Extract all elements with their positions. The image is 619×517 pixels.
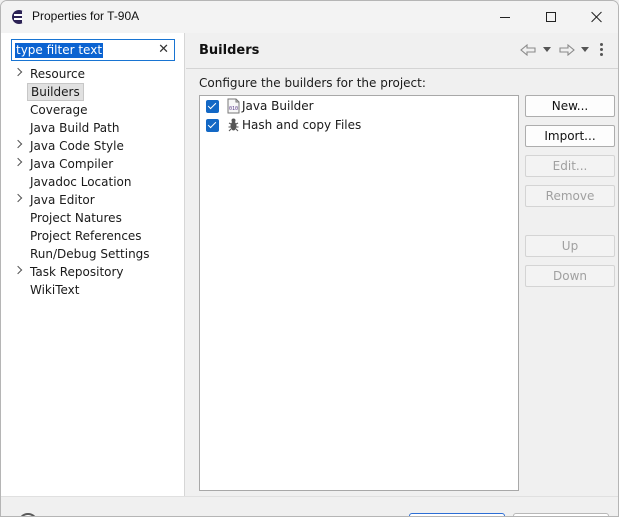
chevron-right-icon[interactable] [13,67,23,77]
import-button[interactable]: Import... [525,125,615,147]
nav-item-project-natures[interactable]: Project Natures [1,209,185,227]
nav-item-resource[interactable]: Resource [1,65,185,83]
properties-dialog: Properties for T-90A type filter text ✕ … [0,0,619,517]
nav-item-task-repository[interactable]: Task Repository [1,263,185,281]
back-menu-chevron-icon[interactable] [543,47,551,52]
title-bar: Properties for T-90A [1,1,618,33]
forward-menu-chevron-icon[interactable] [581,47,589,52]
nav-item-run-debug-settings[interactable]: Run/Debug Settings [1,245,185,263]
chevron-right-icon[interactable] [13,157,23,167]
page-header: Builders [186,33,618,69]
nav-item-label: Project Natures [30,211,122,225]
maximize-icon [546,12,556,22]
builder-checkbox[interactable] [206,100,219,113]
maximize-button[interactable] [528,1,574,33]
nav-item-coverage[interactable]: Coverage [1,101,185,119]
builder-checkbox[interactable] [206,119,219,132]
list-item[interactable]: 010 Java Builder [200,97,518,116]
nav-item-label: Project References [30,229,142,243]
apply-and-close-button[interactable] [409,513,505,516]
nav-item-label: Java Compiler [30,157,114,171]
help-icon[interactable] [18,513,38,516]
close-button[interactable] [574,1,618,33]
forward-arrow-icon[interactable] [559,43,575,56]
nav-item-label: Coverage [30,103,88,117]
nav-item-label: Java Build Path [30,121,120,135]
remove-button[interactable]: Remove [525,185,615,207]
nav-item-label: Java Editor [30,193,95,207]
more-options-icon[interactable] [600,43,604,57]
page-instructions: Configure the builders for the project: [199,76,426,90]
dialog-button-bar [1,496,618,516]
nav-item-label: Run/Debug Settings [30,247,150,261]
nav-item-wikitext[interactable]: WikiText [1,281,185,299]
minimize-button[interactable] [482,1,528,33]
edit-button[interactable]: Edit... [525,155,615,177]
minimize-icon [500,16,510,18]
new-button[interactable]: New... [525,95,615,117]
builders-list[interactable]: 010 Java Builder Hash and copy Files [199,95,519,491]
nav-item-label: Task Repository [30,265,124,279]
property-page: Builders Configure the builders for the … [186,33,618,496]
page-title: Builders [199,43,260,58]
filter-field[interactable]: type filter text ✕ [11,39,175,61]
window-title: Properties for T-90A [32,9,140,23]
nav-item-java-editor[interactable]: Java Editor [1,191,185,209]
nav-item-builders[interactable]: Builders [1,83,185,101]
list-item[interactable]: Hash and copy Files [200,116,518,135]
eclipse-icon [12,10,28,24]
nav-item-label: Resource [30,67,86,81]
svg-text:010: 010 [229,106,238,112]
nav-item-project-references[interactable]: Project References [1,227,185,245]
chevron-right-icon[interactable] [13,265,23,275]
builder-label: Java Builder [242,99,314,113]
filter-text-selection: type filter text [15,43,104,58]
nav-item-javadoc-location[interactable]: Javadoc Location [1,173,185,191]
nav-item-java-build-path[interactable]: Java Build Path [1,119,185,137]
nav-item-label: Javadoc Location [30,175,132,189]
down-button[interactable]: Down [525,265,615,287]
nav-item-java-compiler[interactable]: Java Compiler [1,155,185,173]
nav-item-label: Builders [27,83,84,101]
builder-label: Hash and copy Files [242,118,362,132]
clear-filter-icon[interactable]: ✕ [158,42,169,58]
chevron-right-icon[interactable] [13,193,23,203]
nav-item-label: WikiText [30,283,80,297]
nav-item-java-code-style[interactable]: Java Code Style [1,137,185,155]
nav-item-label: Java Code Style [30,139,124,153]
cancel-button[interactable] [513,513,609,516]
chevron-right-icon[interactable] [13,139,23,149]
external-tool-builder-icon [226,117,241,133]
navigation-pane: type filter text ✕ Resource Builders Cov… [1,33,185,496]
java-builder-icon: 010 [226,98,241,114]
close-icon [591,11,603,23]
back-arrow-icon[interactable] [520,43,536,56]
up-button[interactable]: Up [525,235,615,257]
